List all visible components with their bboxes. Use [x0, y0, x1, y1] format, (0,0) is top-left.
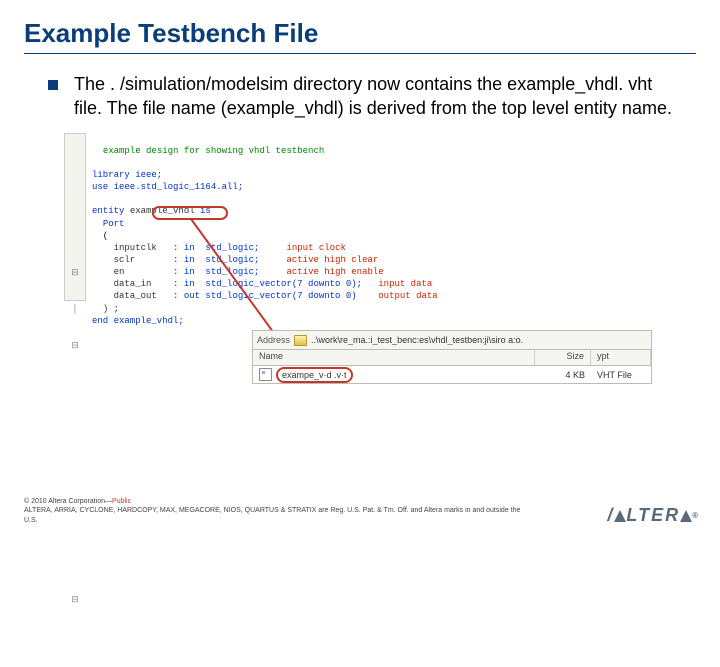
footer: © 2010 Altera Corporation—Public ALTERA,… — [24, 497, 524, 526]
code-keyword: Port — [103, 219, 125, 229]
bullet-icon — [48, 80, 58, 90]
logo-triangle-icon — [614, 510, 626, 522]
address-path: ..\work\re_ma.:i_test_benc:es\vhdl_testb… — [311, 335, 647, 345]
file-name-cell: exampe_v·d .v·t — [253, 367, 535, 383]
file-type: VHT File — [591, 370, 651, 380]
code-port-dir: : in std_logic; — [173, 255, 259, 265]
code-comment: example design for showing vhdl testbenc… — [103, 146, 324, 156]
code-gutter: ⊟ │ ⊟ ⊟ — [64, 133, 86, 301]
folder-icon — [294, 335, 307, 346]
gutter-row — [65, 231, 85, 243]
file-browser: Address ..\work\re_ma.:i_test_benc:es\vh… — [252, 330, 652, 384]
code-listing: ⊟ │ ⊟ ⊟ example design for showing vhdl … — [92, 133, 552, 303]
logo-triangle-icon — [680, 510, 692, 522]
file-name-highlight: exampe_v·d .v·t — [276, 367, 353, 383]
logo-slash: / — [607, 505, 614, 526]
altera-logo: / LTER ® — [607, 505, 698, 526]
code-end-entity: end example_vhdl; — [92, 316, 184, 326]
code-port: data_in — [114, 279, 152, 289]
logo-text: LTER — [626, 505, 680, 526]
code-port-cmt: input data — [378, 279, 432, 289]
gutter-row — [65, 376, 85, 388]
gutter-row — [65, 158, 85, 170]
gutter-row: ⊟ — [65, 267, 85, 279]
address-label: Address — [257, 335, 290, 345]
code-port-cmt: output data — [378, 291, 437, 301]
file-size: 4 KB — [535, 370, 591, 380]
code-port-dir: : in std_logic_vector(7 downto 0); — [173, 279, 362, 289]
gutter-row — [65, 413, 85, 425]
file-icon — [259, 368, 272, 381]
gutter-row: ⊟ — [65, 340, 85, 352]
col-name[interactable]: Name — [253, 350, 535, 365]
code-port: en — [114, 267, 125, 277]
footer-legal: ALTERA, ARRIA, CYCLONE, HARDCOPY, MAX, M… — [24, 507, 520, 524]
code-port-dir: : in std_logic; — [173, 243, 259, 253]
gutter-row — [65, 449, 85, 461]
file-row[interactable]: exampe_v·d .v·t 4 KB VHT File — [252, 366, 652, 384]
code-keyword: is — [200, 206, 211, 216]
code-keyword: entity — [92, 206, 124, 216]
code-port-dir: : in std_logic; — [173, 267, 259, 277]
code-port: inputclk — [114, 243, 157, 253]
code-lib: use ieee.std_logic_1164.all; — [92, 182, 243, 192]
title-underline — [24, 53, 696, 54]
body-row: The . /simulation/modelsim directory now… — [0, 72, 720, 121]
registered-icon: ® — [692, 511, 698, 520]
address-bar[interactable]: Address ..\work\re_ma.:i_test_benc:es\vh… — [252, 330, 652, 350]
col-type[interactable]: ypt — [591, 350, 651, 365]
gutter-row — [65, 558, 85, 570]
code-end-port: ) ; — [103, 304, 119, 314]
gutter-row — [65, 485, 85, 497]
gutter-row — [65, 194, 85, 206]
footer-copyright: © 2010 Altera Corporation— — [24, 498, 112, 505]
code-entity-name: example_vhdl — [130, 206, 195, 216]
code-port-cmt: input clock — [286, 243, 345, 253]
code-port-dir: : out std_logic_vector(7 downto 0) — [173, 291, 357, 301]
page-title: Example Testbench File — [0, 0, 720, 53]
gutter-row: ⊟ — [65, 594, 85, 606]
code-port-cmt: active high clear — [286, 255, 378, 265]
code-port-cmt: active high enable — [286, 267, 383, 277]
file-list-header: Name Size ypt — [252, 350, 652, 366]
code-lib: library ieee; — [92, 170, 162, 180]
gutter-row: │ — [65, 303, 85, 315]
footer-public: Public — [112, 498, 131, 505]
gutter-row — [65, 631, 85, 643]
body-text: The . /simulation/modelsim directory now… — [74, 72, 672, 121]
code-port: sclr — [114, 255, 136, 265]
code-port: data_out — [114, 291, 157, 301]
col-size[interactable]: Size — [535, 350, 591, 365]
